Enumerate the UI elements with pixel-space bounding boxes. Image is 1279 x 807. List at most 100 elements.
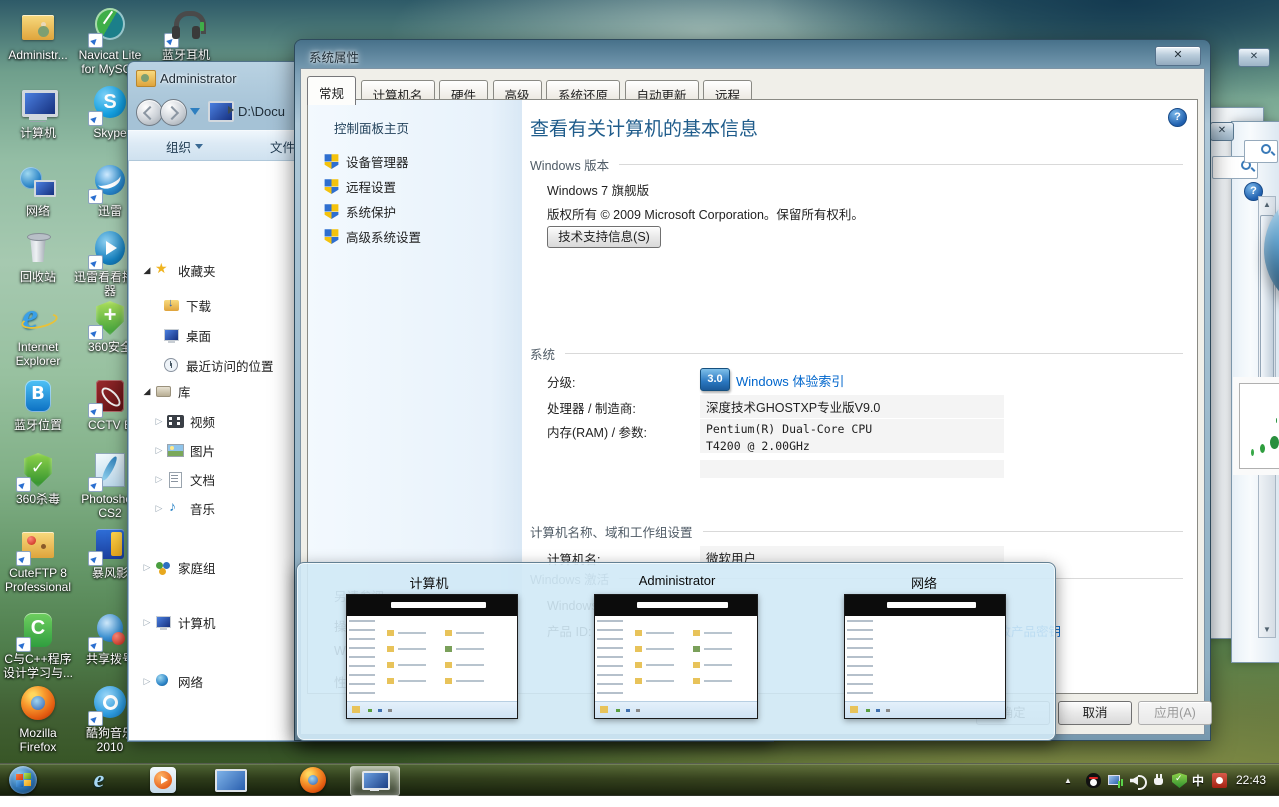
cancel-button[interactable]: 取消 bbox=[1058, 701, 1132, 725]
sidebar-item-control-panel-home[interactable]: 控制面板主页 bbox=[334, 118, 409, 137]
history-dropdown-icon[interactable] bbox=[190, 108, 200, 120]
desktop-icon bbox=[163, 328, 180, 343]
computer-icon bbox=[18, 84, 58, 124]
uac-shield-icon bbox=[324, 204, 339, 219]
taskbar-active-explorer-button[interactable] bbox=[350, 766, 400, 796]
thumbnail-statusbar bbox=[845, 701, 1005, 718]
taskbar-media-player-icon[interactable] bbox=[150, 767, 176, 793]
apply-button[interactable]: 应用(A) bbox=[1138, 701, 1212, 725]
desktop-icon-label: 蓝牙位置 bbox=[0, 418, 76, 432]
desktop-icon-computer[interactable]: 计算机 bbox=[0, 84, 76, 140]
desktop-icon-label: 网络 bbox=[0, 204, 76, 218]
volume-tray-icon[interactable] bbox=[1130, 773, 1145, 788]
expander-icon[interactable]: ▷ bbox=[151, 503, 167, 514]
support-info-button[interactable]: 技术支持信息(S) bbox=[547, 226, 661, 248]
sidebar-item-advanced-settings[interactable]: 高级系统设置 bbox=[324, 227, 421, 246]
tab-general[interactable]: 常规 bbox=[307, 76, 356, 105]
dialog-title: 系统属性 bbox=[309, 47, 359, 66]
thumbnail-nav-pane bbox=[597, 620, 623, 700]
expander-icon[interactable]: ▷ bbox=[151, 416, 167, 427]
help-icon[interactable]: ? bbox=[1168, 108, 1187, 127]
close-icon[interactable]: ✕ bbox=[1238, 48, 1270, 67]
copyright-text: 版权所有 © 2009 Microsoft Corporation。保留所有权利… bbox=[547, 204, 864, 223]
desktop-icon-administrator[interactable]: Administr... bbox=[0, 6, 76, 62]
pictures-icon bbox=[167, 443, 184, 458]
desktop-icon-label: 蓝牙耳机 bbox=[148, 48, 224, 62]
thumbnail-administrator[interactable] bbox=[594, 594, 758, 719]
expander-icon[interactable]: ▷ bbox=[151, 445, 167, 456]
thumbnail-network[interactable] bbox=[844, 594, 1006, 719]
shortcut-arrow-icon bbox=[88, 637, 103, 652]
start-button[interactable] bbox=[9, 766, 37, 794]
navicat-icon bbox=[90, 6, 130, 46]
deepin-footprints-icon bbox=[1270, 436, 1279, 449]
expander-open-icon[interactable]: ◢ bbox=[139, 265, 155, 276]
organize-menu[interactable]: 组织 bbox=[166, 137, 203, 156]
desktop-icon-label: 360杀毒 bbox=[0, 492, 76, 506]
taskbar-display-icon[interactable] bbox=[215, 769, 247, 792]
network-globe-icon bbox=[155, 674, 172, 689]
section-windows-edition: Windows 版本 bbox=[530, 155, 1183, 174]
c-program-icon bbox=[18, 610, 58, 650]
thumbnail-statusbar bbox=[595, 701, 757, 718]
breadcrumb[interactable]: D:\Docu bbox=[238, 104, 285, 119]
expander-open-icon[interactable]: ◢ bbox=[139, 386, 155, 397]
scroll-up-icon[interactable]: ▲ bbox=[1259, 200, 1275, 209]
taskbar: e ▲ 中 22:43 bbox=[0, 763, 1279, 796]
security-tray-icon[interactable] bbox=[1172, 773, 1187, 788]
bluetooth-icon bbox=[18, 376, 58, 416]
desktop-icon-bluetooth-places[interactable]: 蓝牙位置 bbox=[0, 376, 76, 432]
desktop-icon-firefox[interactable]: Mozilla Firefox bbox=[0, 684, 76, 755]
taskbar-clock[interactable]: 22:43 bbox=[1236, 773, 1266, 787]
taskbar-ie-icon[interactable]: e bbox=[86, 767, 112, 793]
back-button[interactable] bbox=[136, 99, 163, 126]
desktop-icon-cpp-tutorial[interactable]: C与C++程序设计学习与... bbox=[0, 610, 76, 681]
ime-indicator[interactable]: 中 bbox=[1192, 772, 1207, 787]
network-tray-icon[interactable] bbox=[1108, 773, 1123, 788]
search-input[interactable] bbox=[1244, 140, 1278, 163]
power-tray-icon[interactable] bbox=[1152, 773, 1167, 788]
cuteftp-icon bbox=[18, 524, 58, 564]
thumbnail-content bbox=[631, 622, 751, 698]
nav-label: 计算机 bbox=[178, 613, 216, 632]
desktop-icon-label: Mozilla Firefox bbox=[0, 726, 76, 755]
shortcut-arrow-icon bbox=[88, 189, 103, 204]
desktop-icon-cuteftp[interactable]: CuteFTP 8 Professional bbox=[0, 524, 76, 595]
desktop-icon-bluetooth-headset[interactable]: 蓝牙耳机 bbox=[148, 6, 224, 62]
nav-label: 文档 bbox=[190, 470, 215, 489]
sidebar-item-device-manager[interactable]: 设备管理器 bbox=[324, 152, 409, 171]
screenshot-tray-icon[interactable] bbox=[1212, 773, 1227, 788]
documents-icon bbox=[167, 472, 184, 487]
firefox-icon bbox=[18, 684, 58, 724]
desktop-icon-360-antivirus[interactable]: 360杀毒 bbox=[0, 450, 76, 506]
expander-icon[interactable]: ▷ bbox=[139, 562, 155, 573]
show-hidden-icons-button[interactable]: ▲ bbox=[1064, 776, 1079, 791]
desktop-icon-recycle-bin[interactable]: 回收站 bbox=[0, 228, 76, 284]
desktop-icon-internet-explorer[interactable]: Internet Explorer bbox=[0, 298, 76, 369]
scroll-down-icon[interactable]: ▼ bbox=[1259, 625, 1275, 634]
nav-label: 下载 bbox=[186, 296, 211, 315]
experience-index-badge: 3.0 bbox=[700, 368, 730, 391]
uac-shield-icon bbox=[324, 154, 339, 169]
experience-index-link[interactable]: Windows 体验索引 bbox=[736, 371, 844, 390]
expander-icon[interactable]: ▷ bbox=[151, 474, 167, 485]
desktop-icon-network[interactable]: 网络 bbox=[0, 162, 76, 218]
shortcut-arrow-icon bbox=[88, 325, 103, 340]
computer-icon bbox=[362, 771, 390, 790]
shortcut-arrow-icon bbox=[88, 33, 103, 48]
taskbar-firefox-icon[interactable] bbox=[300, 767, 326, 793]
kugou-music-icon bbox=[90, 684, 130, 724]
storm-player-icon bbox=[90, 524, 130, 564]
close-icon[interactable]: ✕ bbox=[1210, 122, 1234, 141]
section-rule bbox=[565, 353, 1183, 354]
expander-icon[interactable]: ▷ bbox=[139, 676, 155, 687]
sidebar-item-system-protection[interactable]: 系统保护 bbox=[324, 202, 396, 221]
qq-tray-icon[interactable] bbox=[1086, 773, 1101, 788]
desktop-icon-label: C与C++程序设计学习与... bbox=[0, 652, 76, 681]
thumbnail-computer[interactable] bbox=[346, 594, 518, 719]
close-button[interactable]: ✕ bbox=[1155, 46, 1201, 66]
expander-icon[interactable]: ▷ bbox=[139, 617, 155, 628]
nav-label: 家庭组 bbox=[178, 558, 216, 577]
sidebar-item-remote-settings[interactable]: 远程设置 bbox=[324, 177, 396, 196]
forward-button[interactable] bbox=[160, 99, 187, 126]
